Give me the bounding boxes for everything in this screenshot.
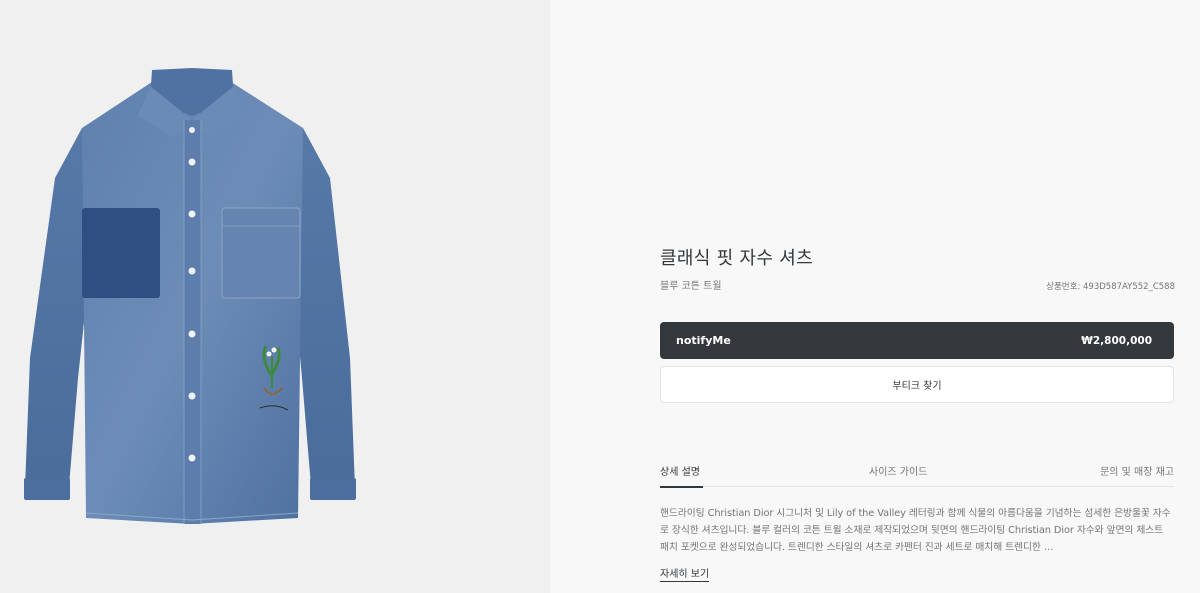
find-boutique-button[interactable]: 부티크 찾기 — [660, 366, 1174, 403]
read-more-link[interactable]: 자세히 보기 — [660, 565, 710, 582]
notify-me-label: notifyMe — [676, 334, 731, 347]
tab-active-indicator — [660, 486, 703, 488]
product-description: 핸드라이팅 Christian Dior 시그니처 및 Lily of the … — [660, 508, 1171, 553]
tab-size-guide[interactable]: 사이즈 가이드 — [869, 463, 927, 487]
product-image[interactable] — [20, 58, 365, 528]
product-subtitle: 블루 코튼 트윌 — [660, 281, 722, 292]
notify-me-button[interactable]: notifyMe ₩2,800,000 — [660, 322, 1174, 359]
product-sku: 상품번호: 493D587AY552_C588 — [1046, 282, 1175, 292]
product-page: 클래식 핏 자수 셔츠 블루 코튼 트윌 상품번호: 493D587AY552_… — [0, 0, 1200, 593]
tab-details-label: 상세 설명 — [660, 467, 700, 478]
product-title: 클래식 핏 자수 셔츠 — [660, 248, 813, 269]
product-gallery[interactable] — [0, 0, 550, 593]
tab-inquiry-stock[interactable]: 문의 및 매장 재고 — [1100, 463, 1174, 487]
product-price: ₩2,800,000 — [1081, 334, 1152, 347]
tab-details[interactable]: 상세 설명 — [660, 463, 703, 488]
product-info-panel: 클래식 핏 자수 셔츠 블루 코튼 트윌 상품번호: 493D587AY552_… — [550, 0, 1200, 593]
product-tabs: 상세 설명 사이즈 가이드 문의 및 매장 재고 — [660, 458, 1174, 488]
